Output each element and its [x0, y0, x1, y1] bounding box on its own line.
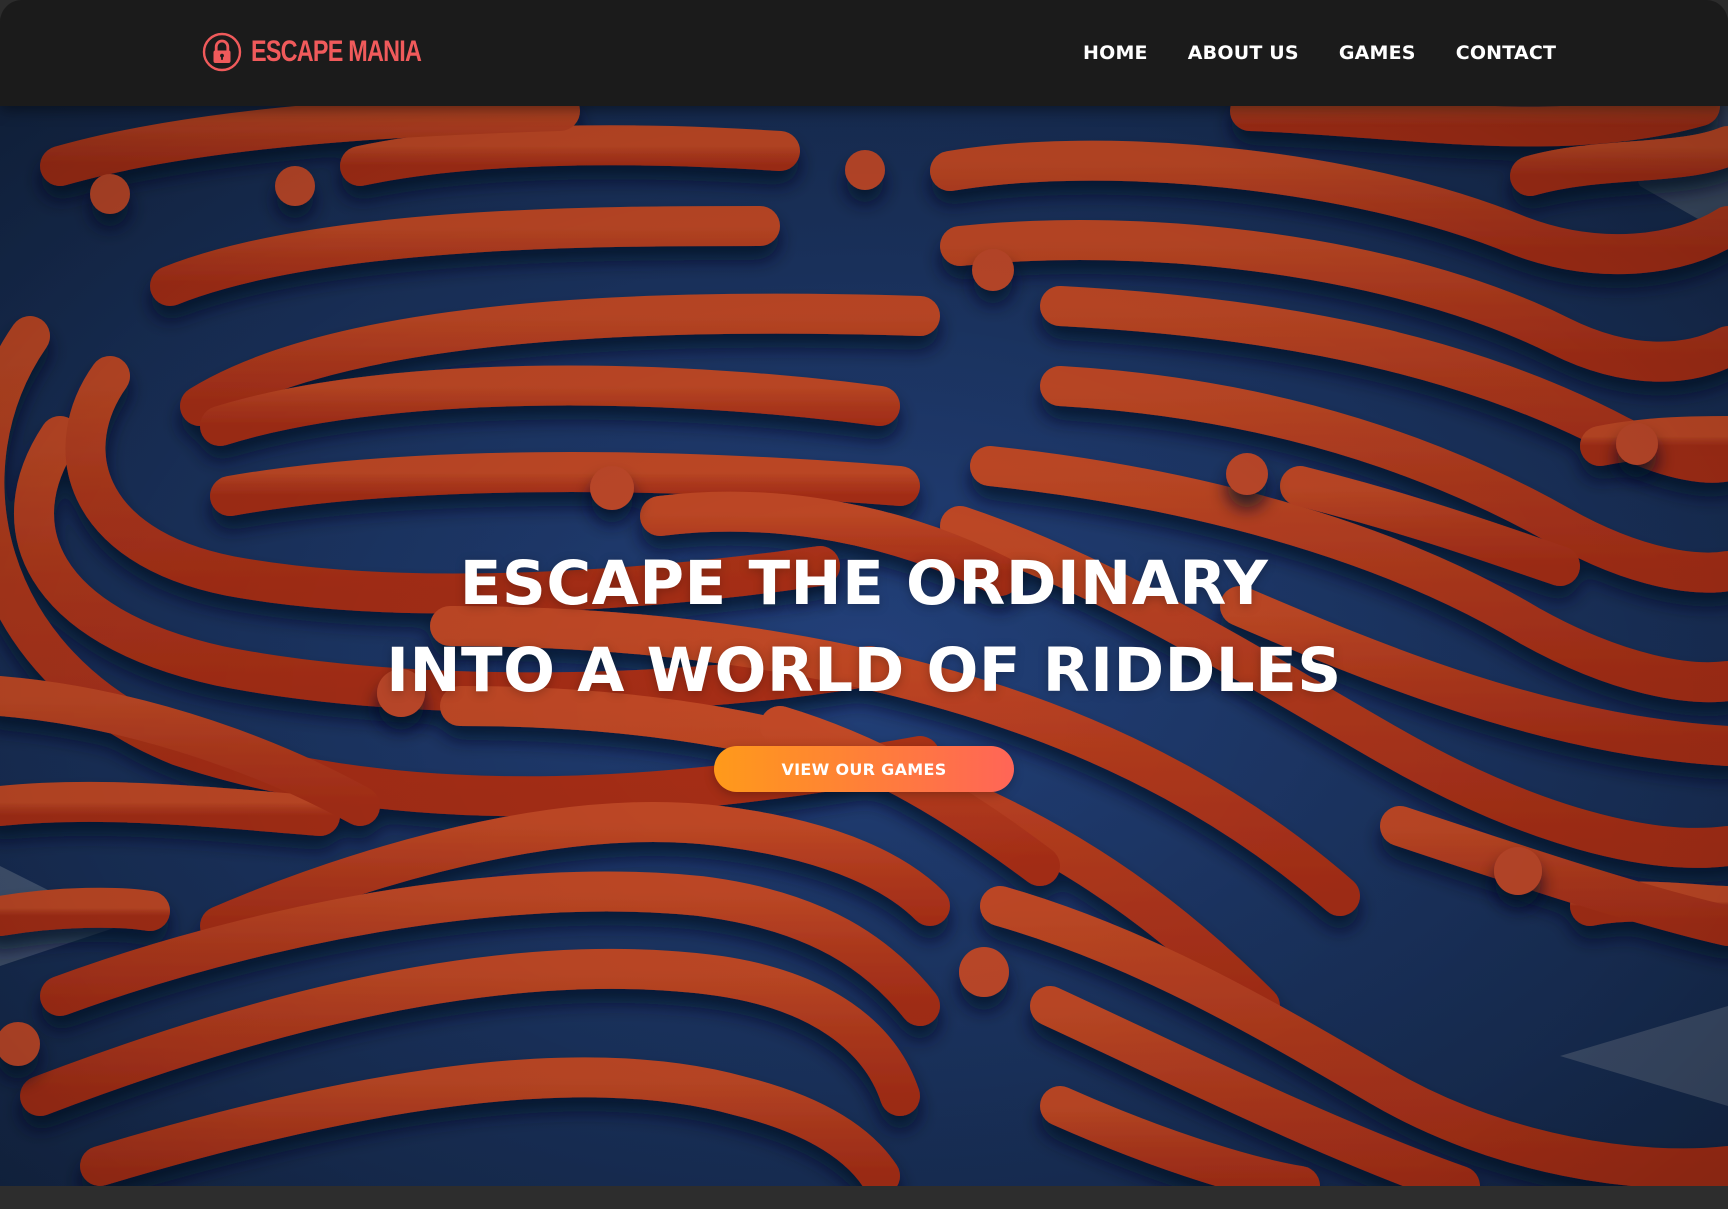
hero-title-line-1: ESCAPE THE ORDINARY — [459, 548, 1269, 619]
nav-item-contact[interactable]: CONTACT — [1456, 38, 1557, 68]
nav-item-about-us[interactable]: ABOUT US — [1188, 38, 1299, 68]
footer-strip — [0, 1186, 1728, 1209]
site-header: ESCAPE MANIA HOME ABOUT US GAMES CONTACT — [0, 0, 1728, 106]
brand-name: ESCAPE MANIA — [251, 35, 422, 68]
hero-title-line-2: INTO A WORLD OF RIDDLES — [386, 635, 1342, 706]
view-our-games-button[interactable]: VIEW OUR GAMES — [714, 746, 1014, 792]
main-nav: HOME ABOUT US GAMES CONTACT — [1083, 38, 1556, 68]
page: ESCAPE MANIA HOME ABOUT US GAMES CONTACT — [0, 0, 1728, 1209]
hero-title: ESCAPE THE ORDINARY INTO A WORLD OF RIDD… — [0, 540, 1728, 714]
padlock-icon — [202, 32, 242, 72]
hero-section: ESCAPE THE ORDINARY INTO A WORLD OF RIDD… — [0, 106, 1728, 1186]
nav-item-home[interactable]: HOME — [1083, 38, 1148, 68]
brand-logo-link[interactable]: ESCAPE MANIA — [202, 31, 469, 73]
nav-item-games[interactable]: GAMES — [1339, 38, 1416, 68]
